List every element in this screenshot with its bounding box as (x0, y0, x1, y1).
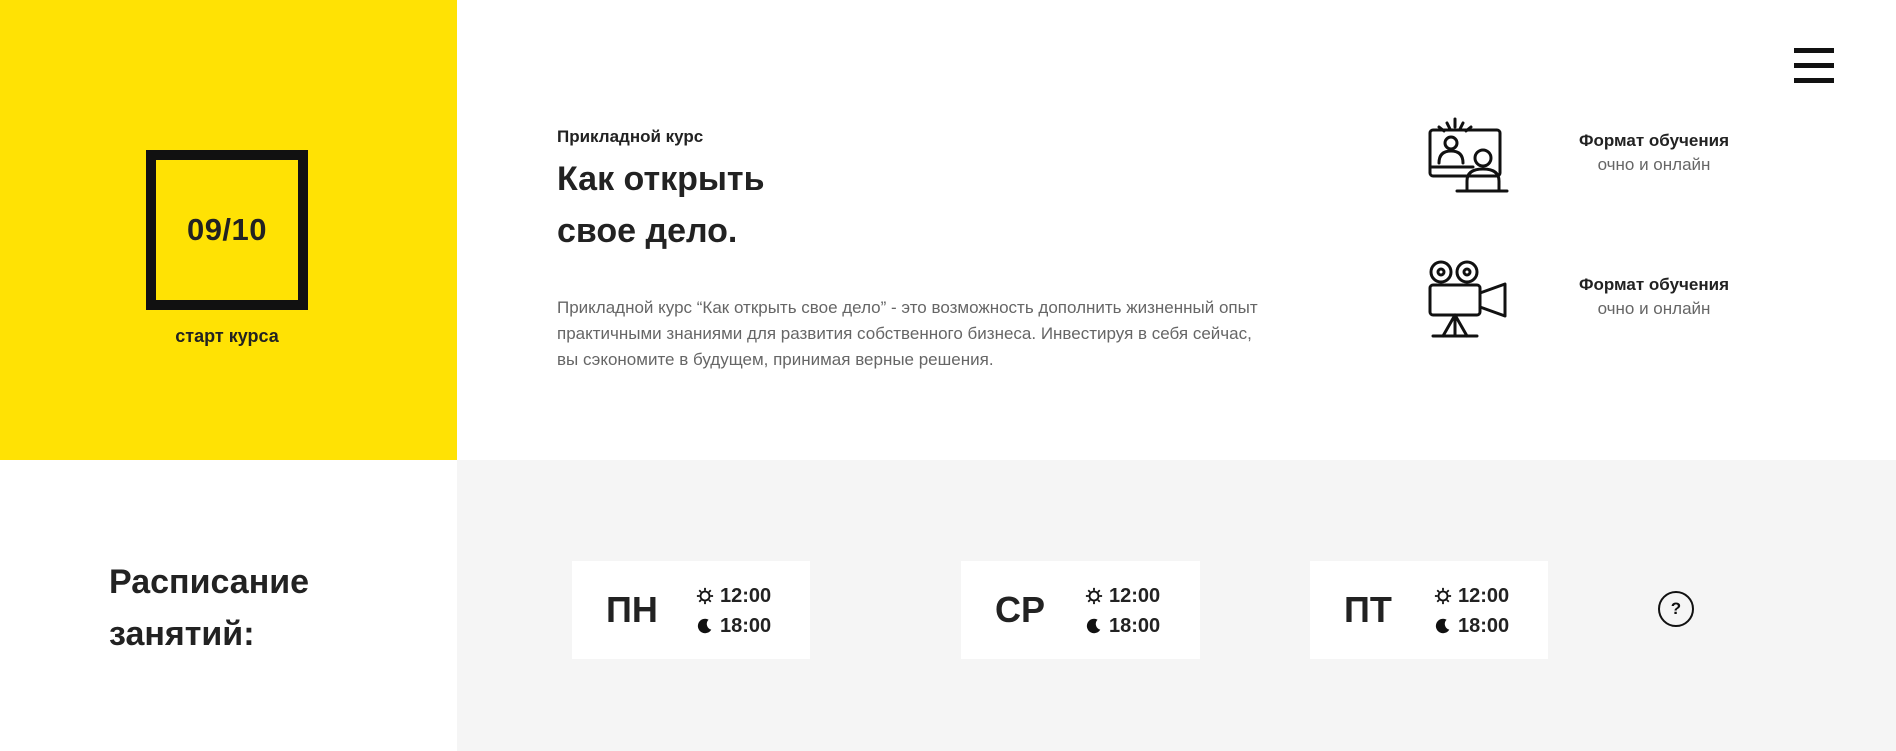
feature-value: очно и онлайн (1597, 299, 1711, 318)
start-date: 09/10 (186, 212, 268, 247)
schedule-title: Расписание занятий: (109, 556, 309, 660)
evening-time: 18:00 (696, 613, 771, 639)
start-date-box: 09/10 (146, 150, 308, 310)
time-value: 12:00 (720, 584, 772, 607)
schedule-title-line: Расписание (109, 563, 310, 601)
moon-icon (1086, 618, 1101, 634)
sun-icon (696, 587, 714, 605)
schedule-day-wednesday: СР 12:00 18:00 (961, 561, 1200, 659)
course-eyebrow: Прикладной курс (557, 127, 704, 146)
day-name: ПТ (1344, 589, 1392, 630)
course-description: Прикладной курс “Как открыть свое дело” … (557, 298, 1258, 369)
day-name: СР (995, 589, 1046, 630)
menu-button[interactable] (1794, 48, 1834, 84)
schedule-title-line: занятий: (109, 615, 255, 653)
course-title: Как открыть свое дело. (557, 153, 765, 257)
feature-format-1: Формат обучения очно и онлайн (1554, 131, 1754, 175)
course-title-line: Как открыть (557, 160, 765, 198)
morning-time: 12:00 (696, 583, 771, 609)
sun-icon (1085, 587, 1103, 605)
day-name: ПН (606, 589, 658, 630)
time-value: 18:00 (1458, 614, 1510, 637)
evening-time: 18:00 (1085, 613, 1160, 639)
morning-time: 12:00 (1085, 583, 1160, 609)
evening-time: 18:00 (1434, 613, 1509, 639)
question-icon: ? (1670, 599, 1682, 618)
time-value: 12:00 (1458, 584, 1510, 607)
video-camera-icon (1428, 260, 1507, 338)
moon-icon (1435, 618, 1450, 634)
morning-time: 12:00 (1434, 583, 1509, 609)
schedule-day-friday: ПТ 12:00 18:00 (1310, 561, 1548, 659)
start-label: старт курса (175, 326, 279, 346)
feature-title: Формат обучения (1579, 131, 1729, 150)
feature-value: очно и онлайн (1597, 155, 1711, 174)
schedule-day-monday: ПН 12:00 18:00 (572, 561, 810, 659)
feature-format-2: Формат обучения очно и онлайн (1554, 275, 1754, 319)
online-meeting-icon (1428, 117, 1509, 193)
sun-icon (1434, 587, 1452, 605)
time-value: 18:00 (720, 614, 772, 637)
help-button[interactable]: ? (1658, 591, 1694, 627)
time-value: 12:00 (1109, 584, 1161, 607)
menu-icon (1794, 48, 1834, 53)
course-title-line: свое дело. (557, 212, 738, 250)
feature-title: Формат обучения (1579, 275, 1729, 294)
time-value: 18:00 (1109, 614, 1161, 637)
moon-icon (697, 618, 712, 634)
